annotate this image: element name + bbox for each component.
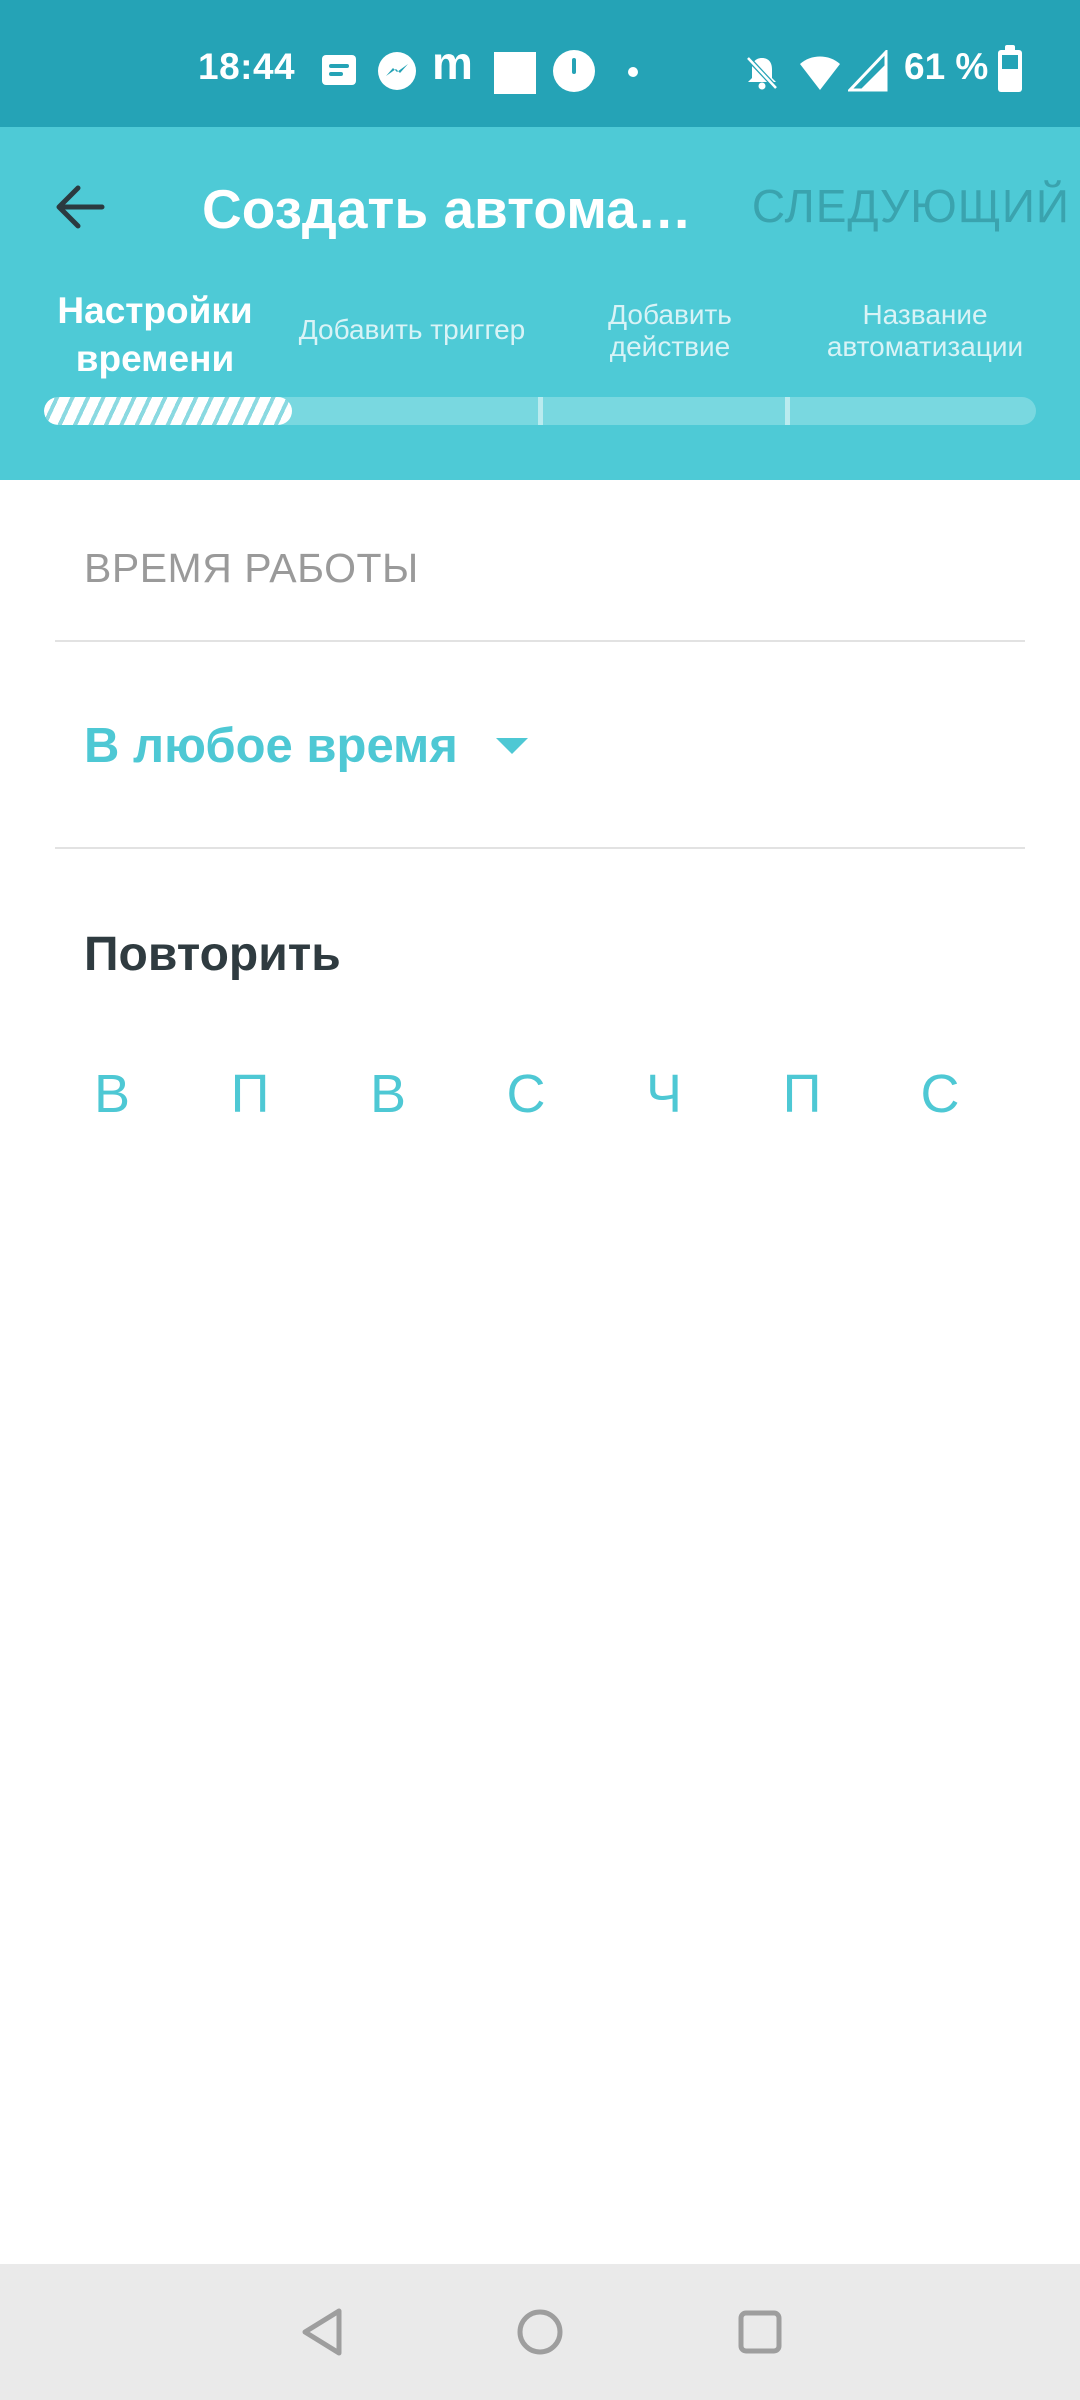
step-time-settings[interactable]: Настройки времени	[40, 287, 270, 383]
day-toggle-wednesday[interactable]: С	[481, 1063, 571, 1143]
status-bar: 18:44 m 61 %	[0, 0, 1080, 127]
progress-separator	[538, 397, 543, 425]
arrow-left-icon	[56, 185, 105, 229]
caret-down-icon	[495, 738, 528, 754]
back-button[interactable]	[40, 167, 120, 247]
time-select-dropdown[interactable]: В любое время	[84, 718, 528, 774]
square-icon	[494, 52, 536, 94]
day-toggle-saturday[interactable]: С	[895, 1063, 985, 1143]
next-button[interactable]: СЛЕДУЮЩИЙ	[740, 179, 1070, 233]
stepper: Настройки времени Добавить триггер Добав…	[0, 287, 1080, 387]
progress-fill	[44, 397, 292, 425]
divider	[55, 847, 1025, 849]
progress-separator	[785, 397, 790, 425]
system-nav-bar	[0, 2264, 1080, 2400]
nav-recents-button[interactable]	[730, 2302, 790, 2362]
home-circle-icon	[517, 2309, 563, 2355]
clock-icon	[553, 50, 595, 92]
divider	[55, 640, 1025, 642]
step-automation-name[interactable]: Название автоматизации	[800, 299, 1050, 363]
step-add-trigger[interactable]: Добавить триггер	[282, 313, 542, 347]
day-toggle-monday[interactable]: П	[205, 1063, 295, 1143]
dot-icon	[628, 67, 638, 77]
page-title: Создать автоматизацию	[202, 178, 712, 240]
back-triangle-icon	[302, 2308, 342, 2356]
messenger-icon	[378, 52, 416, 90]
day-toggle-tuesday[interactable]: В	[343, 1063, 433, 1143]
nav-home-button[interactable]	[510, 2302, 570, 2362]
day-toggle-friday[interactable]: П	[757, 1063, 847, 1143]
day-toggle-thursday[interactable]: Ч	[619, 1063, 709, 1143]
bell-muted-icon	[742, 52, 782, 97]
header: Создать автоматизацию СЛЕДУЮЩИЙ Настройк…	[0, 127, 1080, 480]
wifi-icon	[798, 52, 842, 97]
recents-square-icon	[738, 2310, 782, 2354]
time-select-value: В любое время	[84, 719, 458, 773]
nav-back-button[interactable]	[292, 2302, 352, 2362]
m-app-icon: m	[432, 37, 473, 89]
battery-icon	[998, 45, 1022, 92]
message-icon	[322, 55, 356, 85]
day-toggle-sunday[interactable]: В	[67, 1063, 157, 1143]
screen: 18:44 m 61 % Создать автомати СЛЕДУЮЩИЙ …	[0, 0, 1080, 2400]
status-time: 18:44	[198, 46, 296, 87]
step-add-action[interactable]: Добавить действие	[555, 299, 785, 363]
signal-icon	[846, 48, 888, 97]
section-label-work-time: ВРЕМЯ РАБОТЫ	[84, 545, 419, 591]
repeat-title: Повторить	[84, 928, 341, 981]
battery-text: 61 %	[904, 46, 989, 87]
